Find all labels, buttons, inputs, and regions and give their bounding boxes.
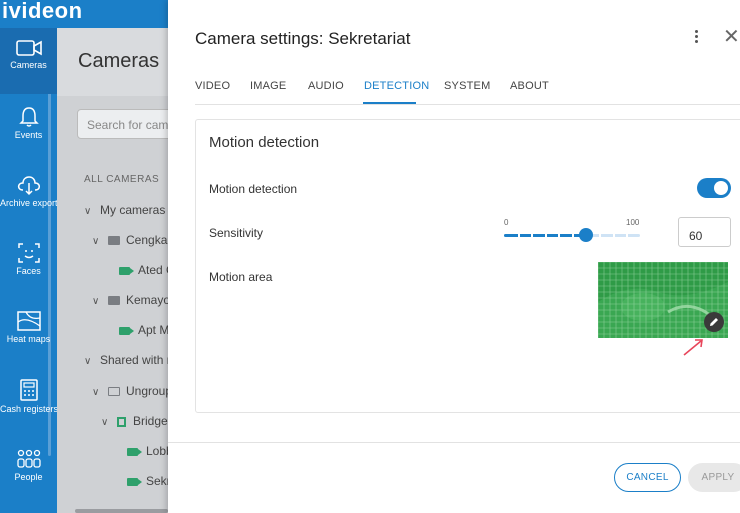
tree-item-label: My cameras [100, 203, 166, 217]
tree-item-camera[interactable]: Apt Mediterania [119, 322, 168, 338]
camera-icon [127, 477, 142, 486]
main-nav: Cameras Events Archive export Faces Heat… [0, 28, 57, 513]
nav-label-people: People [14, 472, 43, 482]
tree-item-label: Kemayoran [126, 293, 168, 307]
chevron-down-icon: ∨ [101, 417, 109, 428]
nav-item-people[interactable]: People [0, 438, 57, 504]
tree-item-folder[interactable]: ∨ Kemayoran [92, 292, 168, 308]
nav-item-cameras[interactable]: Cameras [0, 28, 57, 94]
tree-item-label: Lobby [146, 444, 168, 458]
tree-item-my-cameras[interactable]: ∨ My cameras [84, 202, 165, 218]
folder-icon [108, 236, 120, 246]
tree-item-folder[interactable]: ∨ Ungrouped [92, 383, 168, 399]
footer-divider [168, 442, 740, 443]
tree-item-label: Ated Cengkareng [138, 263, 168, 277]
bell-icon [18, 107, 39, 127]
camera-icon [127, 447, 142, 456]
tree-item-camera[interactable]: Sekretariat [127, 473, 168, 489]
camera-icon [15, 40, 42, 56]
chevron-down-icon: ∨ [92, 236, 100, 247]
brand-logo: ivideon [0, 0, 168, 28]
more-options-icon[interactable] [688, 28, 704, 48]
cameras-panel-title: Cameras [78, 50, 160, 72]
motion-detection-toggle[interactable] [697, 178, 731, 198]
cancel-button[interactable]: CANCEL [614, 463, 681, 492]
tree-item-camera[interactable]: Lobby [127, 443, 168, 459]
tree-item-registrar[interactable]: ∨ Bridge [101, 413, 168, 429]
tab-about[interactable]: ABOUT [510, 80, 549, 105]
motion-detection-label: Motion detection [209, 182, 298, 196]
face-scan-icon [17, 243, 40, 263]
all-cameras-section-label: ALL CAMERAS [84, 174, 160, 185]
pencil-icon [710, 318, 718, 326]
slider-tick [544, 234, 547, 237]
apply-button[interactable]: APPLY [688, 463, 740, 492]
dialog-title: Camera settings: Sekretariat [195, 29, 411, 48]
tree-item-label: Apt Mediterania [138, 323, 168, 337]
camera-icon [119, 326, 134, 335]
slider-tick [517, 234, 520, 237]
slider-tick [572, 234, 574, 237]
tab-system[interactable]: SYSTEM [444, 80, 490, 105]
tab-video[interactable]: VIDEO [195, 80, 230, 105]
cameras-panel: Cameras Search for cameras ALL CAMERAS ∨… [57, 28, 168, 513]
section-title: Motion detection [209, 134, 320, 151]
slider-tick [558, 234, 561, 237]
nav-label-heat-maps: Heat maps [6, 334, 51, 344]
tree-item-label: Bridge [133, 414, 168, 428]
slider-thumb[interactable] [578, 228, 593, 242]
nav-label-cameras: Cameras [10, 60, 47, 70]
slider-tick [531, 234, 534, 237]
slider-tick [626, 234, 629, 237]
camera-search-input[interactable]: Search for cameras [77, 109, 168, 139]
chevron-down-icon: ∨ [84, 356, 92, 367]
tree-item-label: Cengkareng [126, 233, 168, 247]
nav-item-cash-registers[interactable]: Cash registers [0, 368, 57, 434]
tree-item-label: Shared with me [100, 353, 168, 367]
tree-item-label: Sekretariat [146, 474, 168, 488]
slider-tick [599, 234, 602, 237]
tree-item-camera[interactable]: Ated Cengkareng [119, 262, 168, 278]
nav-label-cash-registers: Cash registers [0, 404, 57, 414]
registrar-icon [117, 416, 126, 427]
nav-label-faces: Faces [16, 266, 41, 276]
folder-outline-icon [108, 387, 120, 397]
motion-area-label: Motion area [209, 270, 273, 284]
nav-label-events: Events [14, 130, 43, 140]
chevron-down-icon: ∨ [92, 296, 100, 307]
sensitivity-label: Sensitivity [209, 226, 264, 240]
chevron-down-icon: ∨ [92, 387, 100, 398]
camera-icon [119, 266, 134, 275]
tree-item-folder[interactable]: ∨ Cengkareng [92, 232, 168, 248]
sensitivity-value-input[interactable] [678, 217, 731, 247]
camera-settings-dialog: Camera settings: Sekretariat ✕ VIDEO IMA… [168, 0, 740, 513]
nav-label-archive-export: Archive export [0, 198, 57, 208]
annotation-arrow-icon [683, 339, 703, 356]
tree-item-shared[interactable]: ∨ Shared with me [84, 352, 168, 368]
folder-icon [108, 296, 120, 306]
tabs-divider [195, 104, 740, 105]
people-icon [16, 449, 41, 468]
tree-item-label: Ungrouped [126, 384, 168, 398]
tab-image[interactable]: IMAGE [250, 80, 286, 105]
edit-motion-area-button[interactable] [704, 312, 724, 332]
nav-item-archive-export[interactable]: Archive export [0, 164, 57, 230]
panel-horizontal-scrollbar[interactable] [75, 509, 168, 513]
slider-tick [612, 234, 615, 237]
nav-item-heat-maps[interactable]: Heat maps [0, 300, 57, 366]
heatmap-icon [16, 311, 41, 331]
chevron-down-icon: ∨ [84, 206, 92, 217]
nav-item-faces[interactable]: Faces [0, 232, 57, 298]
cloud-download-icon [17, 176, 40, 196]
sensitivity-slider[interactable] [504, 226, 640, 246]
cash-register-icon [19, 379, 38, 401]
tab-audio[interactable]: AUDIO [308, 80, 344, 105]
close-icon[interactable]: ✕ [723, 27, 740, 47]
motion-area-preview[interactable] [598, 262, 728, 338]
nav-item-events[interactable]: Events [0, 96, 57, 162]
